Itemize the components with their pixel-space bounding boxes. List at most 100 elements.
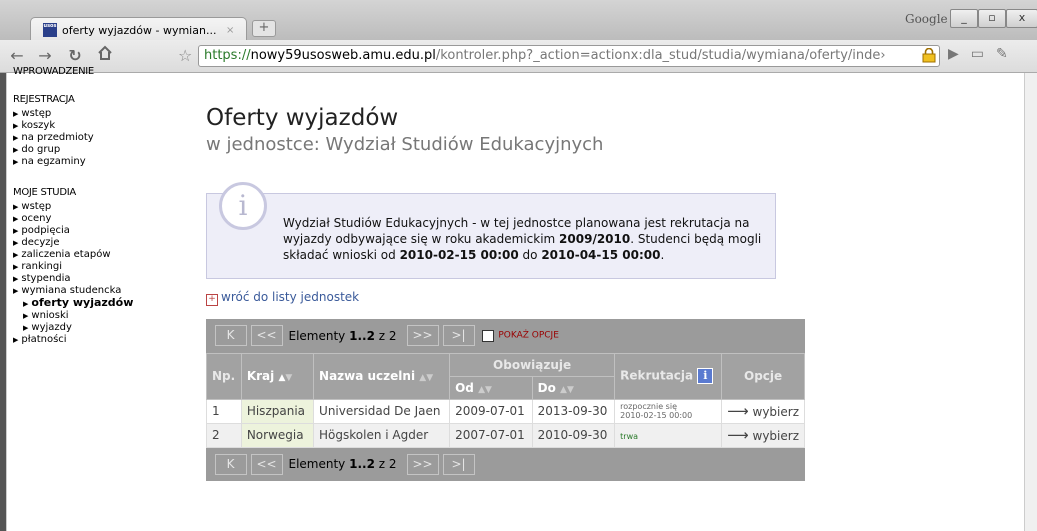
back-link[interactable]: + wróć do listy jednostek xyxy=(206,290,359,306)
cell-od: 2009-07-01 xyxy=(449,398,533,424)
usos-favicon-icon: usos xyxy=(43,23,57,37)
browser-tab[interactable]: usos oferty wyjazdów - wymian... × xyxy=(30,17,247,42)
menu-item[interactable]: ▶ decyzje xyxy=(13,237,183,249)
menu-item-label: wstęp xyxy=(21,201,52,212)
menu-item[interactable]: ▶ koszyk xyxy=(13,120,183,132)
menu-intro[interactable]: WPROWADZENIE xyxy=(13,66,183,77)
sort-down-icon[interactable]: ▼ xyxy=(426,373,433,383)
cell-uczelnia: Högskolen i Agder xyxy=(313,422,451,448)
col-od-label: Od xyxy=(455,380,474,395)
arrow-right-icon[interactable]: ⟶ xyxy=(727,426,749,444)
home-icon[interactable] xyxy=(94,45,116,67)
info-icon[interactable]: i xyxy=(697,368,714,384)
triangle-right-icon: ▶ xyxy=(13,215,19,223)
prev-page-button[interactable]: << xyxy=(250,453,283,475)
menu-subitem[interactable]: ▶ wnioski xyxy=(13,310,183,322)
browser-titlebar: usos oferty wyjazdów - wymian... × + Goo… xyxy=(0,0,1037,42)
menu-item[interactable]: ▶ do grup xyxy=(13,144,183,156)
menu-item[interactable]: ▶ na przedmioty xyxy=(13,132,183,144)
next-page-button[interactable]: >> xyxy=(406,325,439,347)
lock-icon[interactable] xyxy=(922,47,936,63)
sort-down-icon[interactable]: ▼ xyxy=(285,373,292,383)
arrow-right-icon[interactable]: ⟶ xyxy=(727,402,749,420)
menu-moje-studia-list: ▶ wstęp ▶ oceny ▶ podpięcia ▶ decyzje ▶ zalic… xyxy=(13,201,183,346)
pager-label: Elementy 1..2 z 2 xyxy=(289,457,397,471)
menu-rejestracja-list: ▶ wstęp ▶ koszyk ▶ na przedmioty ▶ do grup ▶… xyxy=(13,108,183,168)
url-host: nowy59usosweb.amu.edu.pl xyxy=(250,48,436,63)
menu-item[interactable]: ▶ rankingi xyxy=(13,261,183,273)
col-opcje: Opcje xyxy=(721,352,805,400)
play-icon[interactable]: ▶ xyxy=(948,46,971,62)
cell-rekrutacja: trwa xyxy=(614,422,723,448)
page-menu-icon[interactable]: ▭ xyxy=(971,46,996,62)
menu-section-moje-studia[interactable]: MOJE STUDIA xyxy=(13,187,183,198)
minimize-button[interactable]: _ xyxy=(950,9,978,28)
col-uczelnia[interactable]: Nazwa uczelni ▲▼ xyxy=(313,352,451,400)
new-tab-button[interactable]: + xyxy=(252,20,276,37)
menu-item[interactable]: ▶ na egzaminy xyxy=(13,156,183,168)
menu-item-label: wstęp xyxy=(21,108,52,119)
reload-icon[interactable]: ↻ xyxy=(64,45,86,67)
select-link[interactable]: wybierz xyxy=(753,405,799,419)
menu-section-rejestracja[interactable]: REJESTRACJA xyxy=(13,94,183,105)
info-year: 2009/2010 xyxy=(559,232,631,246)
triangle-right-icon: ▶ xyxy=(13,275,19,283)
pager-cell: K << Elementy 1..2 z 2 >> >| POKAŻ OPCJE xyxy=(207,319,805,353)
back-arrow-icon[interactable]: ← xyxy=(6,45,28,67)
menu-item-label: wnioski xyxy=(31,310,69,321)
menu-item[interactable]: ▶ wstęp xyxy=(13,201,183,213)
menu-item[interactable]: ▶ podpięcia xyxy=(13,225,183,237)
menu-item-label: stypendia xyxy=(21,273,71,284)
menu-item-label: zaliczenia etapów xyxy=(21,249,111,260)
triangle-right-icon: ▶ xyxy=(13,203,19,211)
url-path: /kontroler.php?_action=actionx:dla_stud/… xyxy=(435,48,886,63)
show-options-checkbox[interactable] xyxy=(482,329,495,342)
menu-subitem-active[interactable]: ▶ oferty wyjazdów xyxy=(13,297,183,310)
cell-np: 2 xyxy=(206,422,242,448)
info-text-part: . xyxy=(660,248,665,262)
close-window-button[interactable]: x xyxy=(1006,9,1037,28)
col-do[interactable]: Do ▲▼ xyxy=(531,375,616,400)
col-kraj[interactable]: Kraj ▲▼ xyxy=(240,352,315,400)
col-od[interactable]: Od ▲▼ xyxy=(449,375,533,400)
menu-item[interactable]: ▶ oceny xyxy=(13,213,183,225)
info-text-part: do xyxy=(518,248,542,262)
menu-item[interactable]: ▶ płatności xyxy=(13,334,183,346)
bookmark-star-icon[interactable]: ☆ xyxy=(178,46,192,65)
sort-up-icon[interactable]: ▲ xyxy=(478,385,485,395)
menu-item-label: na egzaminy xyxy=(21,156,86,167)
menu-item-label: podpięcia xyxy=(21,225,70,236)
wrench-icon[interactable]: ✎ xyxy=(996,46,1020,62)
table-row: 1 Hiszpania Universidad De Jaen 2009-07-… xyxy=(206,398,805,424)
first-page-button[interactable]: K xyxy=(214,325,247,347)
sort-up-icon[interactable]: ▲ xyxy=(560,385,567,395)
menu-item-label: rankingi xyxy=(21,261,63,272)
last-page-button[interactable]: >| xyxy=(442,325,475,347)
show-options-label[interactable]: POKAŻ OPCJE xyxy=(498,331,559,341)
menu-subitem[interactable]: ▶ wyjazdy xyxy=(13,322,183,334)
sort-down-icon[interactable]: ▼ xyxy=(485,385,492,395)
maximize-button[interactable]: ▫ xyxy=(978,9,1006,28)
sort-down-icon[interactable]: ▼ xyxy=(567,385,574,395)
pager-range: 1..2 xyxy=(349,328,375,343)
next-page-button[interactable]: >> xyxy=(406,453,439,475)
address-bar[interactable]: https://nowy59usosweb.amu.edu.pl/kontrol… xyxy=(198,45,940,67)
forward-arrow-icon[interactable]: → xyxy=(34,45,56,67)
col-rekrutacja: Rekrutacja i xyxy=(614,352,723,400)
menu-item[interactable]: ▶ wstęp xyxy=(13,108,183,120)
col-obowiazuje: Obowiązuje xyxy=(449,352,616,377)
select-link[interactable]: wybierz xyxy=(753,429,799,443)
menu-item[interactable]: ▶ zaliczenia etapów xyxy=(13,249,183,261)
rekrutacja-date: 2010-02-15 00:00 xyxy=(620,411,693,420)
prev-page-button[interactable]: << xyxy=(250,325,283,347)
vertical-scrollbar[interactable] xyxy=(1024,73,1037,531)
cell-uczelnia: Universidad De Jaen xyxy=(313,398,451,424)
tab-close-icon[interactable]: × xyxy=(226,25,234,36)
menu-item[interactable]: ▶ stypendia xyxy=(13,273,183,285)
pager-cell: K << Elementy 1..2 z 2 >> >| xyxy=(207,447,805,481)
cell-opcje: ⟶ wybierz xyxy=(721,398,805,424)
table-row: 2 Norwegia Högskolen i Agder 2007-07-01 … xyxy=(206,422,805,448)
last-page-button[interactable]: >| xyxy=(442,453,475,475)
first-page-button[interactable]: K xyxy=(214,453,247,475)
cell-do: 2010-09-30 xyxy=(531,422,616,448)
